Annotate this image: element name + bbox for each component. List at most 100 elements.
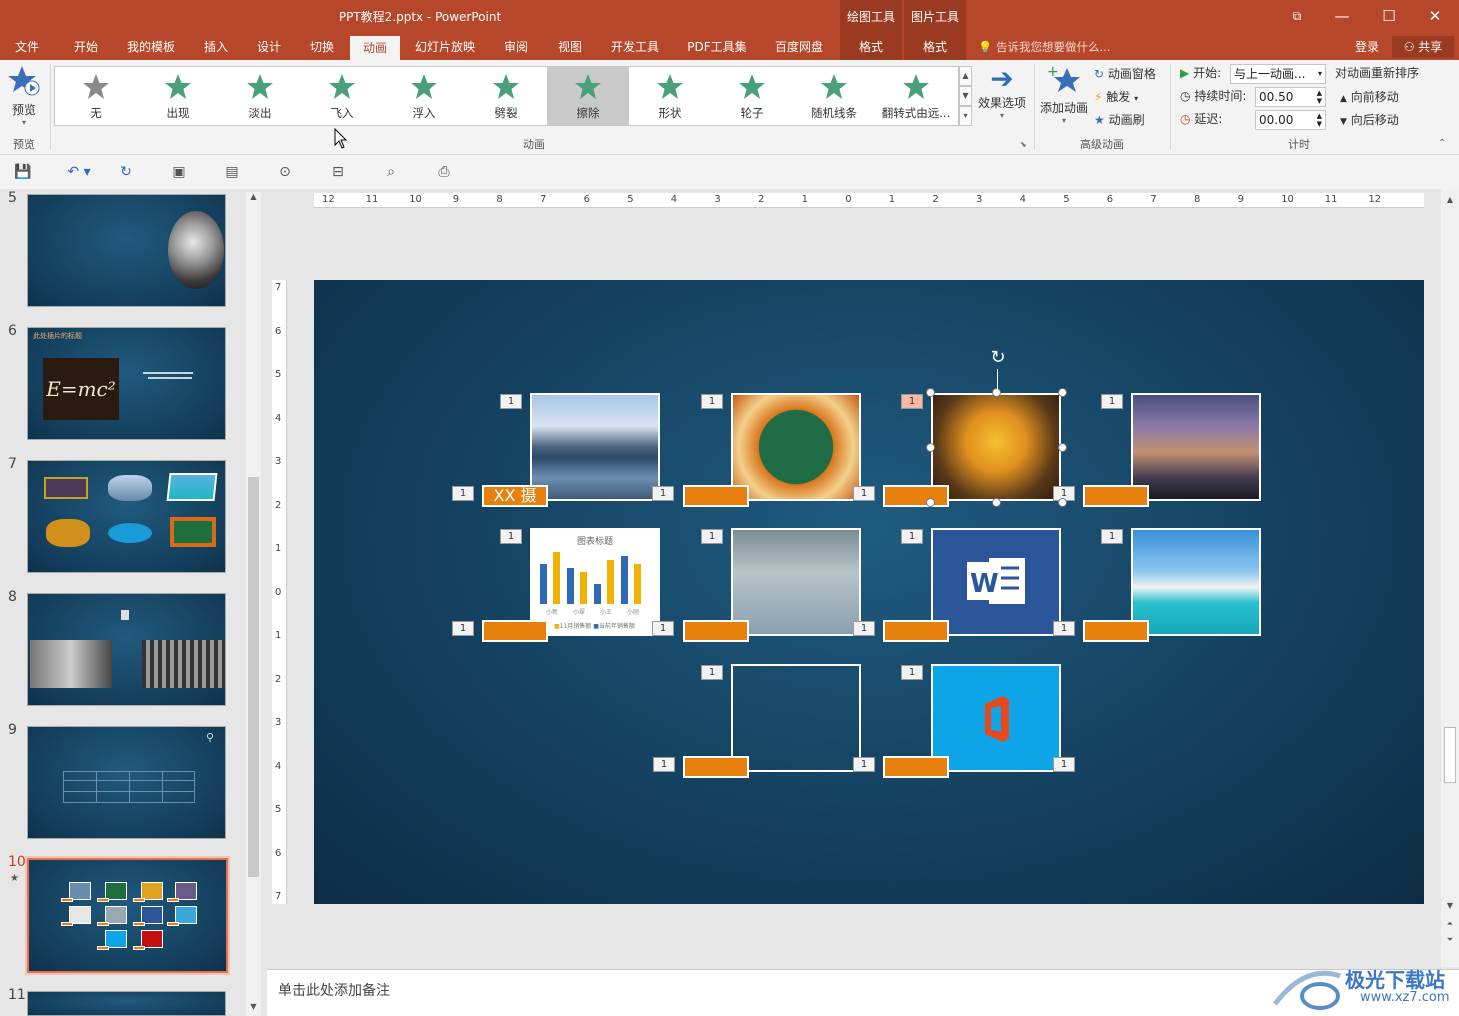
tab-home[interactable]: 开始: [60, 34, 112, 60]
animation-order-badge[interactable]: 1: [652, 621, 674, 636]
tab-review[interactable]: 审阅: [490, 34, 542, 60]
slide-from-beginning-icon[interactable]: ▣: [168, 162, 190, 182]
tab-slideshow[interactable]: 幻灯片放映: [404, 34, 486, 60]
tab-view[interactable]: 视图: [544, 34, 596, 60]
ribbon-display-options-icon[interactable]: ⧉: [1275, 4, 1319, 28]
spinner-arrows-icon[interactable]: ▲ ▼: [1317, 89, 1322, 105]
gallery-scroll-up[interactable]: ▲: [959, 66, 972, 86]
animation-order-badge[interactable]: 1: [1101, 529, 1123, 544]
slide-thumbnail-6[interactable]: 此处插片的标题 E=mc²: [27, 327, 226, 440]
slide-scrollbar[interactable]: ▲ ▼ ⏶ ⏷: [1441, 189, 1459, 967]
animation-order-badge[interactable]: 1: [1053, 621, 1075, 636]
resize-handle[interactable]: [1058, 388, 1067, 397]
animation-order-badge[interactable]: 1: [452, 486, 474, 501]
orange-caption-box[interactable]: [1083, 485, 1149, 507]
animation-painter-button[interactable]: ★ 动画刷: [1094, 110, 1145, 130]
orange-caption-box[interactable]: [683, 756, 749, 778]
dialog-launcher-icon[interactable]: ⬊: [1020, 140, 1027, 149]
delay-spinner[interactable]: 00.00 ▲ ▼: [1255, 110, 1326, 130]
orange-caption-box[interactable]: [683, 620, 749, 642]
animation-option-8[interactable]: 轮子: [711, 67, 793, 125]
animation-order-badge[interactable]: 1: [901, 665, 923, 680]
slide-picture[interactable]: [731, 393, 861, 501]
resize-handle[interactable]: [1058, 498, 1067, 507]
tab-insert[interactable]: 插入: [190, 34, 242, 60]
resize-handle[interactable]: [1058, 443, 1067, 452]
print-preview-icon[interactable]: ⌕: [380, 162, 402, 182]
slide-thumbnail-8[interactable]: [27, 593, 226, 706]
move-earlier-button[interactable]: ▲ 向前移动: [1340, 87, 1399, 107]
slide-picture[interactable]: W: [931, 528, 1061, 636]
scroll-down-arrow[interactable]: ▼: [1443, 901, 1457, 910]
add-animation-button[interactable]: + 添加动画 ▾: [1038, 64, 1090, 130]
redo-icon[interactable]: ↻: [115, 162, 137, 182]
tab-my-templates[interactable]: 我的模板: [118, 34, 184, 60]
resize-handle[interactable]: [926, 388, 935, 397]
duration-spinner[interactable]: 00.50 ▲ ▼: [1255, 87, 1326, 107]
animation-option-3[interactable]: 飞入: [301, 67, 383, 125]
orange-caption-box[interactable]: [482, 620, 548, 642]
animation-pane-button[interactable]: ↻ 动画窗格: [1094, 64, 1156, 84]
slide-picture[interactable]: [731, 664, 861, 772]
slide-scroll-thumb[interactable]: [1444, 727, 1456, 783]
animation-order-badge[interactable]: 1: [653, 757, 675, 772]
undo-icon[interactable]: ↶ ▾: [62, 162, 96, 182]
tab-file[interactable]: 文件: [0, 34, 54, 60]
orange-caption-box[interactable]: [683, 485, 749, 507]
share-button[interactable]: ⚇ 共享: [1392, 36, 1454, 58]
preview-button[interactable]: 预览 ▾: [2, 64, 46, 130]
slideshow-icon[interactable]: ⊟: [327, 162, 349, 182]
presenter-icon[interactable]: ⊙: [274, 162, 296, 182]
tab-design[interactable]: 设计: [244, 34, 294, 60]
slide-thumbnail-7[interactable]: [27, 460, 226, 573]
tab-drawing-format[interactable]: 格式: [840, 34, 902, 60]
next-slide-icon[interactable]: ⏷: [1443, 935, 1457, 945]
resize-handle[interactable]: [926, 498, 935, 507]
slide-thumbnail-9[interactable]: ⚲: [27, 726, 226, 839]
orange-caption-box[interactable]: [883, 756, 949, 778]
print-icon[interactable]: ⎙: [433, 162, 455, 182]
animation-option-5[interactable]: 劈裂: [465, 67, 547, 125]
animation-order-badge[interactable]: 1: [500, 529, 522, 544]
close-button[interactable]: ✕: [1413, 4, 1457, 28]
animation-order-badge[interactable]: 1: [853, 757, 875, 772]
minimize-button[interactable]: —: [1320, 4, 1364, 28]
resize-handle[interactable]: [926, 443, 935, 452]
new-slide-icon[interactable]: ▤: [221, 162, 243, 182]
animation-order-badge[interactable]: 1: [853, 486, 875, 501]
animation-option-10[interactable]: 翻转式由远...: [875, 67, 957, 125]
slide-picture[interactable]: [1131, 393, 1261, 501]
tab-picture-format[interactable]: 格式: [904, 34, 966, 60]
animation-order-badge[interactable]: 1: [452, 621, 474, 636]
animation-order-badge[interactable]: 1: [652, 486, 674, 501]
animation-order-badge[interactable]: 1: [901, 529, 923, 544]
animation-option-0[interactable]: 无: [55, 67, 137, 125]
orange-caption-box[interactable]: [883, 485, 949, 507]
slide-thumbnail-5[interactable]: [27, 194, 226, 307]
thumbnail-scrollbar[interactable]: ▲ ▼: [246, 192, 261, 1016]
move-later-button[interactable]: ▼ 向后移动: [1340, 110, 1399, 130]
scroll-up-arrow[interactable]: ▲: [1443, 195, 1457, 204]
animation-option-4[interactable]: 浮入: [383, 67, 465, 125]
animation-order-badge[interactable]: 1: [1101, 394, 1123, 409]
tab-animations[interactable]: 动画: [350, 36, 400, 60]
slide-picture[interactable]: 图表标题 小新 小翠 小王 小刚 ■11月销售额 ■当前年销售额: [530, 528, 660, 636]
start-dropdown[interactable]: 与上一动画... ▾: [1230, 64, 1326, 84]
scroll-up-arrow[interactable]: ▲: [246, 192, 261, 206]
tab-pdf-tools[interactable]: PDF工具集: [676, 34, 758, 60]
animation-option-2[interactable]: 淡出: [219, 67, 301, 125]
previous-slide-icon[interactable]: ⏶: [1443, 919, 1457, 929]
gallery-more[interactable]: ▾: [959, 106, 972, 126]
gallery-scroll-down[interactable]: ▼: [959, 86, 972, 106]
slide-thumbnail-11[interactable]: [27, 991, 226, 1016]
tab-developer[interactable]: 开发工具: [600, 34, 670, 60]
slide-picture[interactable]: [530, 393, 660, 501]
animation-order-badge[interactable]: 1: [901, 394, 923, 409]
animation-order-badge[interactable]: 1: [701, 665, 723, 680]
slide-canvas[interactable]: 1 XX 摄 1 1 1 1 1 1 1 1 图表标题 小新 小翠 小王 小刚 ■11月销售额 ■当前年销售额…: [314, 280, 1424, 904]
animation-option-6[interactable]: 擦除: [547, 67, 629, 125]
orange-caption-box[interactable]: [1083, 620, 1149, 642]
effect-options-button[interactable]: ➔ 效果选项 ▾: [975, 64, 1029, 130]
login-button[interactable]: 登录: [1355, 34, 1379, 60]
save-icon[interactable]: 💾: [12, 162, 34, 182]
